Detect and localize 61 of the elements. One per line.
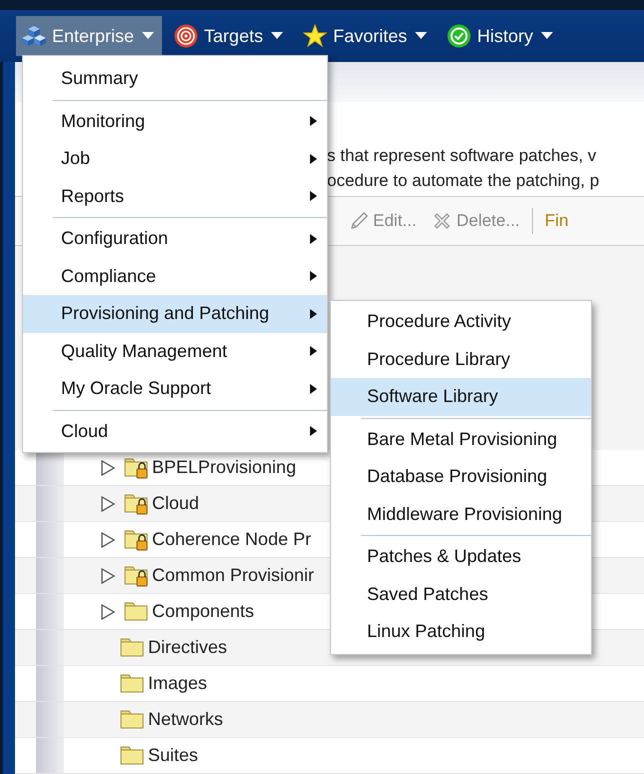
nav-menu-button[interactable]: Enterprise [16,16,162,56]
folder-icon [120,708,144,730]
row-header [36,738,64,773]
check-icon [447,24,472,48]
row-header [36,666,64,701]
menu-item[interactable]: Saved Patches [331,576,591,613]
target-icon [174,24,198,48]
folder-icon [124,600,148,622]
row-header [36,558,64,593]
row-header [36,522,64,557]
tree-item[interactable]: Coherence Node Pr [152,529,312,550]
folder-icon [120,636,144,658]
row-header [36,486,64,521]
cubes-icon [22,25,46,47]
tree-item[interactable]: Images [148,673,208,694]
menu-item[interactable]: My Oracle Support [23,370,327,408]
menu-item[interactable]: Cloud [23,412,327,450]
expand-icon[interactable] [100,604,116,620]
tree-item[interactable]: BPELProvisioning [152,457,296,478]
caret-icon [142,32,154,40]
menu-item[interactable]: Provisioning and Patching [23,295,327,332]
cross-icon [432,211,452,231]
tree-item[interactable]: Common Provisionir [152,565,314,586]
folder-icon [120,744,144,766]
row-header [36,630,64,665]
tree-item[interactable]: Directives [148,637,228,658]
menu-item[interactable]: Quality Management [23,332,327,370]
star-icon [303,24,328,48]
expand-icon[interactable] [100,532,116,548]
menu-item[interactable]: Job [23,140,327,178]
menu-item[interactable]: Monitoring [23,102,327,140]
menu-item[interactable]: Compliance [23,258,327,295]
menu-item[interactable]: Configuration [23,220,327,258]
caret-icon [271,32,284,40]
nav-menu-button[interactable]: History [441,16,562,56]
tree-item[interactable]: Cloud [152,493,200,514]
menu-item[interactable]: Middleware Provisioning [331,496,591,533]
menu-item[interactable]: Linux Patching [331,613,591,650]
menu-item[interactable]: Patches & Updates [331,538,591,576]
menu-item[interactable]: Procedure Library [331,340,591,378]
nav-menu-button[interactable]: Favorites [297,16,436,56]
row-header [36,450,64,485]
menu-item[interactable]: Software Library [331,378,591,416]
caret-icon [415,32,428,40]
row-header [36,594,64,629]
caret-icon [541,32,554,40]
pencil-icon [349,211,369,231]
tree-item[interactable]: Suites [148,745,198,766]
menu-item[interactable]: Procedure Activity [331,303,591,340]
row-header [36,702,64,737]
tree-item[interactable]: Networks [148,709,224,730]
folder-icon [120,672,144,694]
description-text: ocedure to automate the patching, p [327,171,600,191]
tree-item[interactable]: Components [152,601,254,622]
menu-item[interactable]: Bare Metal Provisioning [331,420,591,458]
description-text: s that represent software patches, v [327,146,598,166]
expand-icon[interactable] [100,496,116,512]
expand-icon[interactable] [100,460,116,476]
menu-item[interactable]: Reports [23,178,327,215]
expand-icon[interactable] [100,568,116,584]
menu-item[interactable]: Database Provisioning [331,458,591,496]
